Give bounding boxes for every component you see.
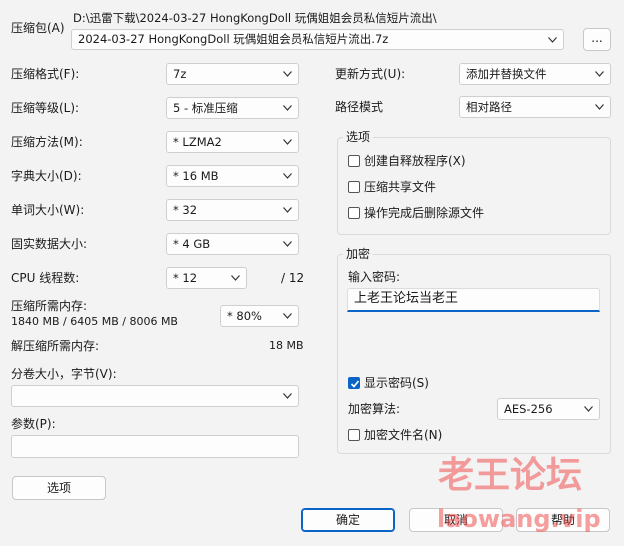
- threads-value: * 12: [173, 271, 198, 285]
- mem-percent-select[interactable]: * 80%: [220, 305, 299, 327]
- method-select[interactable]: * LZMA2: [166, 131, 299, 153]
- split-size-combobox[interactable]: [11, 385, 299, 407]
- chevron-down-icon: [231, 275, 240, 281]
- word-label: 单词大小(W):: [11, 203, 85, 217]
- chevron-down-icon: [283, 105, 292, 111]
- mem-compress-value: 1840 MB / 6405 MB / 8006 MB: [11, 315, 178, 328]
- shared-files-label: 压缩共享文件: [364, 180, 437, 194]
- method-label: 压缩方法(M):: [11, 135, 83, 149]
- update-mode-value: 添加并替换文件: [466, 67, 547, 81]
- chevron-down-icon: [283, 207, 292, 213]
- format-label: 压缩格式(F):: [11, 67, 80, 81]
- solid-select[interactable]: * 4 GB: [166, 233, 299, 255]
- encryption-method-label: 加密算法:: [348, 402, 401, 416]
- options-group-title: 选项: [343, 130, 374, 144]
- chevron-down-icon: [283, 393, 292, 399]
- sfx-label: 创建自释放程序(X): [364, 154, 466, 168]
- level-label: 压缩等级(L):: [11, 101, 80, 115]
- mem-decompress-label: 解压缩所需内存:: [11, 339, 100, 353]
- shared-files-checkbox[interactable]: [348, 181, 360, 193]
- chevron-down-icon: [283, 173, 292, 179]
- password-value: 上老王论坛当老王: [354, 291, 459, 306]
- browse-button[interactable]: ...: [583, 28, 611, 51]
- word-value: * 32: [173, 203, 198, 217]
- format-select[interactable]: 7z: [166, 63, 299, 85]
- threads-label: CPU 线程数:: [11, 271, 80, 285]
- archive-name-combobox[interactable]: 2024-03-27 HongKongDoll 玩偶姐姐会员私信短片流出.7z: [71, 29, 564, 50]
- show-password-label: 显示密码(S): [364, 376, 429, 390]
- mem-percent-value: * 80%: [227, 309, 262, 323]
- params-input[interactable]: [11, 435, 299, 458]
- dict-select[interactable]: * 16 MB: [166, 165, 299, 187]
- split-label: 分卷大小，字节(V):: [11, 367, 117, 381]
- update-mode-label: 更新方式(U):: [335, 67, 406, 81]
- chevron-down-icon: [548, 37, 557, 43]
- encryption-method-select[interactable]: AES-256: [497, 398, 600, 420]
- show-password-checkbox[interactable]: [348, 377, 360, 389]
- watermark-title: 老王论坛: [438, 455, 583, 496]
- mem-compress-label: 压缩所需内存:: [11, 299, 88, 313]
- delete-after-checkbox[interactable]: [348, 207, 360, 219]
- encrypt-names-checkbox[interactable]: [348, 429, 360, 441]
- threads-select[interactable]: * 12: [166, 267, 247, 289]
- mem-decompress-value: 18 MB: [269, 339, 304, 352]
- params-label: 参数(P):: [11, 417, 56, 431]
- checkmark-icon: [350, 380, 360, 388]
- update-mode-select[interactable]: 添加并替换文件: [459, 63, 611, 85]
- level-select[interactable]: 5 - 标准压缩: [166, 97, 299, 119]
- chevron-down-icon: [595, 104, 604, 110]
- ok-button[interactable]: 确定: [301, 508, 395, 532]
- encrypt-names-label: 加密文件名(N): [364, 428, 443, 442]
- method-value: * LZMA2: [173, 135, 222, 149]
- sfx-checkbox[interactable]: [348, 155, 360, 167]
- chevron-down-icon: [283, 313, 292, 319]
- archive-label: 压缩包(A): [11, 21, 65, 35]
- chevron-down-icon: [584, 406, 593, 412]
- chevron-down-icon: [283, 241, 292, 247]
- options-button[interactable]: 选项: [12, 476, 106, 500]
- path-mode-select[interactable]: 相对路径: [459, 96, 611, 118]
- archive-directory: D:\迅雷下载\2024-03-27 HongKongDoll 玩偶姐姐会员私信…: [73, 11, 437, 25]
- path-mode-value: 相对路径: [466, 100, 512, 114]
- path-mode-label: 路径模式: [335, 100, 384, 114]
- threads-max: / 12: [281, 271, 305, 285]
- solid-label: 固实数据大小:: [11, 237, 88, 251]
- chevron-down-icon: [283, 139, 292, 145]
- encryption-group-title: 加密: [343, 247, 374, 261]
- dict-value: * 16 MB: [173, 169, 219, 183]
- dict-label: 字典大小(D):: [11, 169, 82, 183]
- add-to-archive-dialog: 压缩包(A) D:\迅雷下载\2024-03-27 HongKongDoll 玩…: [0, 0, 624, 546]
- archive-name-value: 2024-03-27 HongKongDoll 玩偶姐姐会员私信短片流出.7z: [78, 32, 389, 46]
- chevron-down-icon: [595, 71, 604, 77]
- solid-value: * 4 GB: [173, 237, 211, 251]
- password-input[interactable]: 上老王论坛当老王: [347, 288, 600, 312]
- chevron-down-icon: [283, 71, 292, 77]
- password-label: 输入密码:: [348, 270, 401, 284]
- word-select[interactable]: * 32: [166, 199, 299, 221]
- delete-after-label: 操作完成后删除源文件: [364, 206, 485, 220]
- watermark-url: laowang.vip: [437, 505, 601, 533]
- format-value: 7z: [173, 67, 187, 81]
- level-value: 5 - 标准压缩: [173, 101, 238, 115]
- encryption-method-value: AES-256: [504, 402, 553, 416]
